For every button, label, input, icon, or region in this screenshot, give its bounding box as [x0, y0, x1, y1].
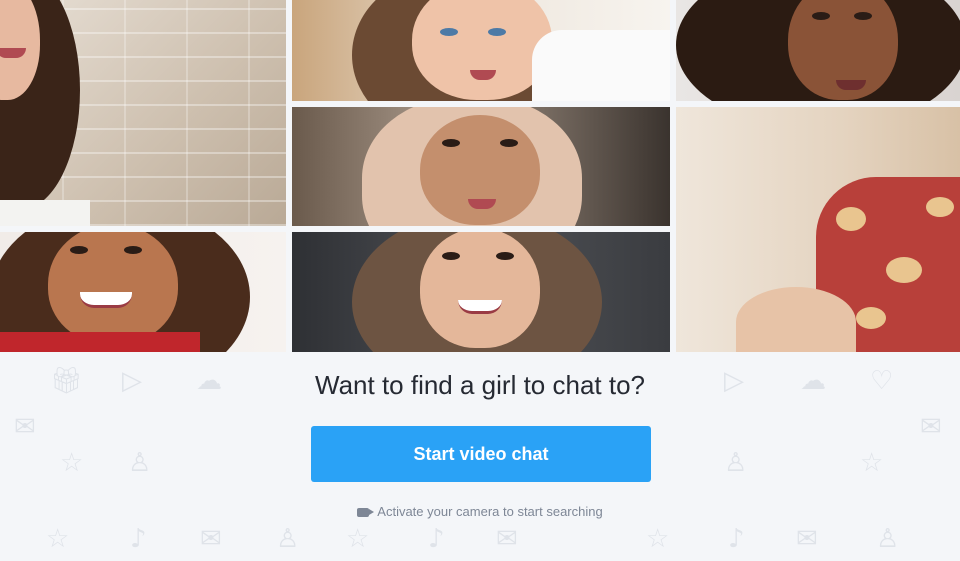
video-camera-icon [357, 508, 375, 517]
camera-hint-text: Activate your camera to start searching [377, 504, 603, 519]
mic-icon: ♪ [130, 524, 147, 554]
envelope-icon: ✉ [200, 524, 222, 554]
envelope-icon: ✉ [496, 524, 518, 554]
mic-icon: ♪ [428, 524, 445, 554]
user-icon: ♙ [724, 448, 748, 478]
photo-tile [292, 0, 670, 101]
page-title: Want to find a girl to chat to? [315, 370, 645, 400]
photo-tile [292, 232, 670, 352]
mic-icon: ♪ [728, 524, 745, 554]
star-icon: ☆ [60, 448, 84, 478]
photo-tile [0, 232, 286, 352]
photo-tile [676, 107, 960, 352]
chat-bubble-icon: ✉ [14, 412, 36, 442]
star-icon: ☆ [860, 448, 884, 478]
user-icon: ♙ [276, 524, 300, 554]
star-icon: ☆ [646, 524, 670, 554]
envelope-icon: ✉ [796, 524, 818, 554]
photo-tile [676, 0, 960, 101]
photo-tile [292, 107, 670, 226]
user-icon: ♙ [128, 448, 152, 478]
camera-hint: Activate your camera to start searching [0, 504, 960, 519]
star-icon: ☆ [346, 524, 370, 554]
start-video-chat-button[interactable]: Start video chat [311, 426, 651, 482]
photo-tile [0, 0, 286, 226]
user-icon: ♙ [876, 524, 900, 554]
star-icon: ☆ [46, 524, 70, 554]
chat-bubble-icon: ✉ [920, 412, 942, 442]
